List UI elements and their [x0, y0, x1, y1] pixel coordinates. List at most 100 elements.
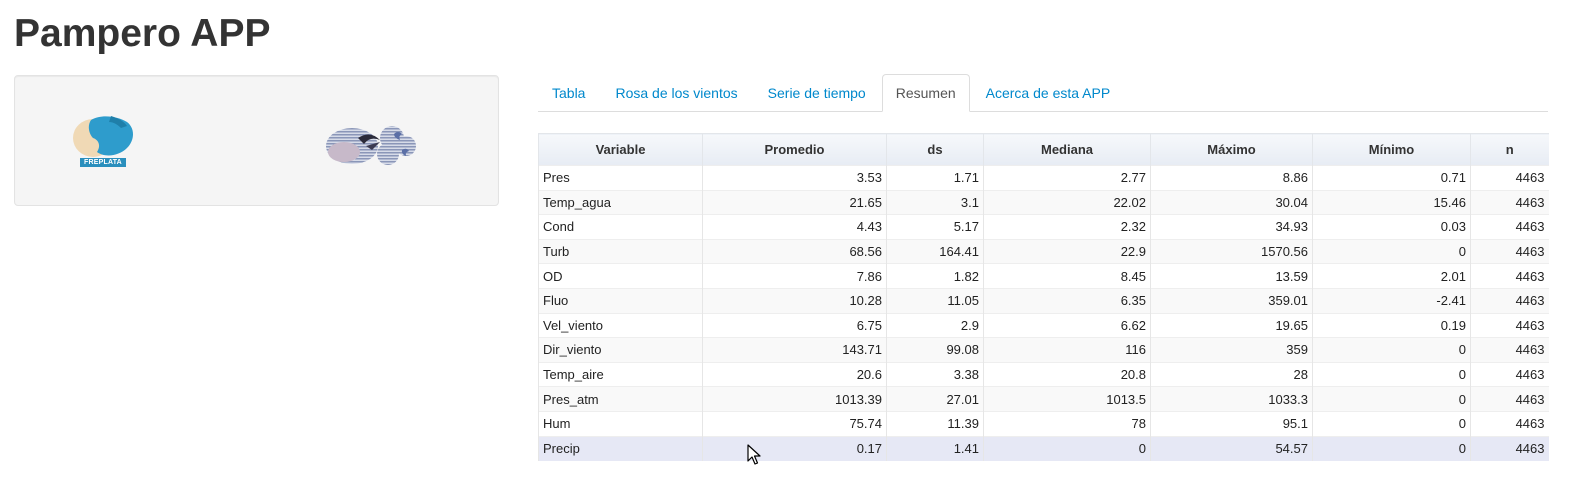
table-cell: 19.65	[1150, 312, 1313, 338]
table-cell: 1013.5	[983, 386, 1151, 412]
tab-tabla[interactable]: Tabla	[538, 74, 599, 111]
table-cell: Turb	[538, 238, 703, 264]
table-cell: Hum	[538, 410, 703, 437]
summary-table: Variable Promedio ds Mediana Máximo Míni…	[538, 133, 1549, 461]
column-header-promedio[interactable]: Promedio	[702, 133, 887, 166]
table-cell: 4463	[1470, 214, 1549, 240]
table-cell: 0	[1312, 386, 1471, 412]
table-cell: 11.05	[886, 287, 984, 314]
tab-acerca-de-esta-app[interactable]: Acerca de esta APP	[972, 74, 1125, 111]
table-row: Pres_atm 1013.39 27.01 1013.5 1033.3 0 4463	[538, 386, 1549, 412]
table-row: Pres 3.53 1.71 2.77 8.86 0.71 4463	[538, 165, 1549, 191]
table-cell: 95.1	[1150, 410, 1313, 437]
table-cell: 359.01	[1150, 287, 1313, 314]
table-cell: 68.56	[702, 238, 887, 264]
table-cell: 13.59	[1150, 263, 1313, 289]
table-cell: 21.65	[702, 189, 887, 215]
table-cell: OD	[538, 263, 703, 289]
table-cell: Fluo	[538, 287, 703, 314]
table-cell: Precip	[538, 435, 703, 461]
table-cell: 3.53	[702, 165, 887, 191]
table-cell: 0.19	[1312, 312, 1471, 338]
table-cell: Temp_agua	[538, 189, 703, 215]
table-cell: 4463	[1470, 312, 1549, 338]
table-cell: 3.1	[886, 189, 984, 215]
table-cell: 20.8	[983, 361, 1151, 387]
table-cell: 75.74	[702, 410, 887, 437]
table-cell: 4463	[1470, 386, 1549, 412]
table-cell: 10.28	[702, 287, 887, 314]
table-cell: 28	[1150, 361, 1313, 387]
table-cell: 116	[983, 337, 1151, 363]
table-cell: 8.45	[983, 263, 1151, 289]
table-cell: 78	[983, 410, 1151, 437]
table-row: Precip 0.17 1.41 0 54.57 0 4463	[538, 435, 1549, 461]
table-cell: 6.35	[983, 287, 1151, 314]
table-cell: 6.75	[702, 312, 887, 338]
table-cell: 3.38	[886, 361, 984, 387]
table-cell: 0.17	[702, 435, 887, 461]
tab-resumen[interactable]: Resumen	[881, 74, 970, 112]
table-cell: 1570.56	[1150, 238, 1313, 264]
table-cell: 0.03	[1312, 214, 1471, 240]
table-row: Vel_viento 6.75 2.9 6.62 19.65 0.19 4463	[538, 312, 1549, 338]
pampero-logo	[322, 116, 422, 168]
table-cell: 4463	[1470, 287, 1549, 314]
column-header-minimo[interactable]: Mínimo	[1312, 133, 1471, 166]
table-cell: 2.77	[983, 165, 1151, 191]
tab-rosa-de-los-vientos[interactable]: Rosa de los vientos	[601, 74, 751, 111]
table-cell: Dir_viento	[538, 337, 703, 363]
table-row: Hum 75.74 11.39 78 95.1 0 4463	[538, 410, 1549, 437]
table-cell: 164.41	[886, 238, 984, 264]
app-title: Pampero APP	[14, 12, 271, 55]
table-cell: Temp_aire	[538, 361, 703, 387]
table-cell: 1.82	[886, 263, 984, 289]
tab-bar: Tabla Rosa de los vientos Serie de tiemp…	[538, 74, 1548, 112]
table-cell: 4463	[1470, 435, 1549, 461]
mouse-cursor-icon	[747, 444, 761, 465]
table-cell: 11.39	[886, 410, 984, 437]
table-cell: 15.46	[1312, 189, 1471, 215]
table-row: Temp_agua 21.65 3.1 22.02 30.04 15.46 4463	[538, 189, 1549, 215]
column-header-maximo[interactable]: Máximo	[1150, 133, 1313, 166]
table-header-row: Variable Promedio ds Mediana Máximo Míni…	[538, 133, 1549, 166]
table-cell: 4463	[1470, 410, 1549, 437]
table-cell: 4463	[1470, 189, 1549, 215]
table-cell: 4.43	[702, 214, 887, 240]
table-cell: 20.6	[702, 361, 887, 387]
table-cell: 143.71	[702, 337, 887, 363]
table-row: Fluo 10.28 11.05 6.35 359.01 -2.41 4463	[538, 287, 1549, 314]
column-header-n[interactable]: n	[1470, 133, 1549, 166]
table-row: OD 7.86 1.82 8.45 13.59 2.01 4463	[538, 263, 1549, 289]
column-header-mediana[interactable]: Mediana	[983, 133, 1151, 166]
table-cell: 4463	[1470, 165, 1549, 191]
table-row: Dir_viento 143.71 99.08 116 359 0 4463	[538, 337, 1549, 363]
table-cell: 30.04	[1150, 189, 1313, 215]
table-cell: Pres	[538, 165, 703, 191]
table-cell: 34.93	[1150, 214, 1313, 240]
table-cell: 5.17	[886, 214, 984, 240]
table-row: Temp_aire 20.6 3.38 20.8 28 0 4463	[538, 361, 1549, 387]
table-cell: 1013.39	[702, 386, 887, 412]
table-cell: 7.86	[702, 263, 887, 289]
table-cell: 6.62	[983, 312, 1151, 338]
column-header-ds[interactable]: ds	[886, 133, 984, 166]
table-row: Cond 4.43 5.17 2.32 34.93 0.03 4463	[538, 214, 1549, 240]
table-row: Turb 68.56 164.41 22.9 1570.56 0 4463	[538, 238, 1549, 264]
table-cell: 99.08	[886, 337, 984, 363]
table-cell: 1.71	[886, 165, 984, 191]
freplata-logo: FREPLATA	[71, 112, 137, 172]
table-cell: -2.41	[1312, 287, 1471, 314]
table-cell: 4463	[1470, 263, 1549, 289]
table-cell: 4463	[1470, 337, 1549, 363]
table-cell: 0	[1312, 361, 1471, 387]
table-cell: 0	[1312, 410, 1471, 437]
table-cell: 0	[1312, 337, 1471, 363]
table-cell: Vel_viento	[538, 312, 703, 338]
column-header-variable[interactable]: Variable	[538, 133, 703, 166]
table-cell: 359	[1150, 337, 1313, 363]
table-cell: 2.9	[886, 312, 984, 338]
freplata-logo-text: FREPLATA	[80, 158, 126, 167]
table-cell: 22.02	[983, 189, 1151, 215]
tab-serie-de-tiempo[interactable]: Serie de tiempo	[754, 74, 880, 111]
